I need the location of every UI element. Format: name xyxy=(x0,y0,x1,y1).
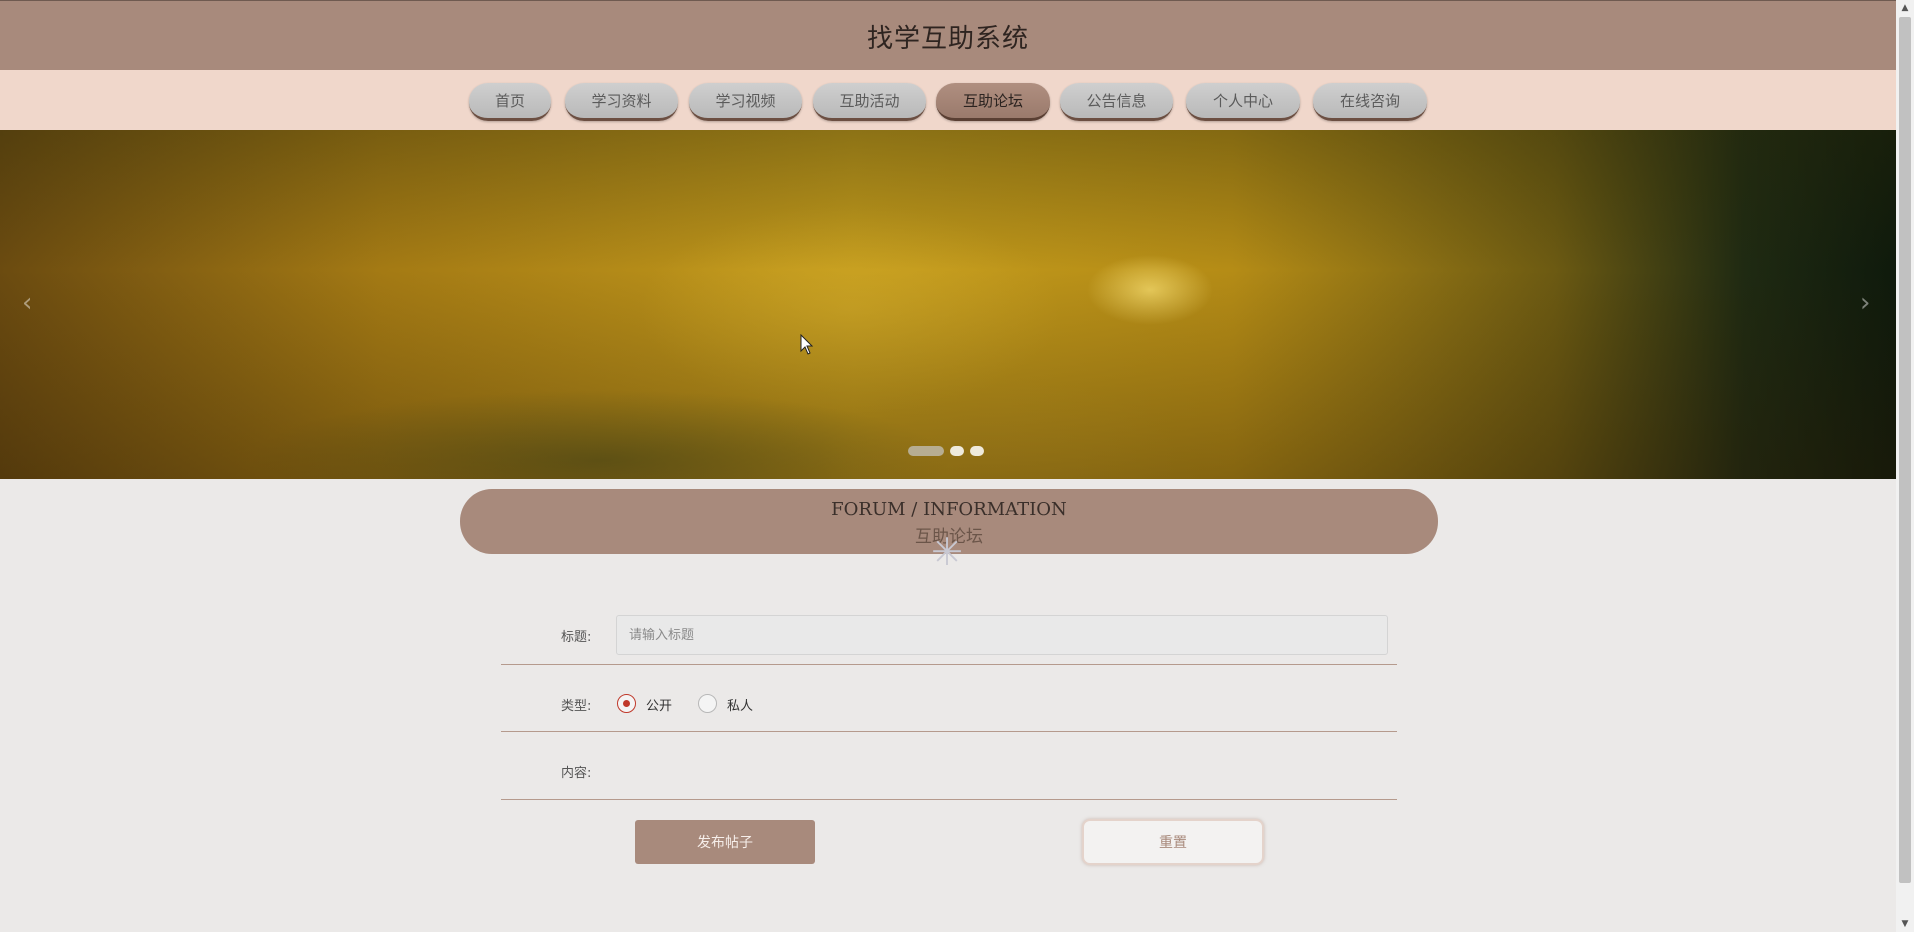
form-row-content: 内容: xyxy=(501,732,1397,800)
mouse-cursor-icon xyxy=(800,334,814,355)
radio-private-label[interactable]: 私人 xyxy=(727,695,753,714)
content-editor[interactable] xyxy=(616,742,1388,792)
scroll-up-icon[interactable]: ▲ xyxy=(1896,0,1914,16)
radio-private[interactable] xyxy=(698,694,717,713)
carousel-indicators xyxy=(908,446,984,456)
reset-button[interactable]: 重置 xyxy=(1082,819,1264,865)
scrollbar-thumb[interactable] xyxy=(1899,17,1911,883)
nav-item-forum[interactable]: 互助论坛 xyxy=(936,83,1050,121)
site-title: 找学互助系统 xyxy=(866,24,1029,54)
nav-item-online-consult[interactable]: 在线咨询 xyxy=(1313,83,1427,121)
vertical-scrollbar[interactable]: ▲ ▼ xyxy=(1896,0,1914,932)
title-input[interactable] xyxy=(616,615,1388,655)
carousel-dot-1[interactable] xyxy=(908,446,944,456)
nav-item-study-videos[interactable]: 学习视频 xyxy=(689,83,802,121)
chevron-left-icon[interactable]: ‹ xyxy=(22,288,32,318)
form-row-title: 标题: xyxy=(501,612,1397,665)
site-header: 找学互助系统 xyxy=(0,0,1896,70)
nav-item-personal-center[interactable]: 个人中心 xyxy=(1186,83,1300,121)
radio-public-label[interactable]: 公开 xyxy=(646,695,672,714)
section-title-en: FORUM / INFORMATION xyxy=(831,499,1067,520)
carousel-dot-3[interactable] xyxy=(970,446,984,456)
banner-carousel[interactable]: ‹ › xyxy=(0,130,1896,479)
page: 找学互助系统 首页 学习资料 学习视频 互助活动 互助论坛 公告信息 个人中心 … xyxy=(0,0,1896,932)
title-label: 标题: xyxy=(561,630,592,645)
nav-item-home[interactable]: 首页 xyxy=(469,83,551,121)
nav-item-announcements[interactable]: 公告信息 xyxy=(1060,83,1173,121)
publish-post-button[interactable]: 发布帖子 xyxy=(635,820,815,864)
chevron-right-icon[interactable]: › xyxy=(1860,288,1870,318)
nav-item-activities[interactable]: 互助活动 xyxy=(813,83,926,121)
type-label: 类型: xyxy=(561,699,592,714)
content-label: 内容: xyxy=(561,766,592,781)
radio-public[interactable] xyxy=(617,694,636,713)
loading-spinner-icon: ✳ xyxy=(931,530,963,574)
carousel-dot-2[interactable] xyxy=(950,446,964,456)
scroll-down-icon[interactable]: ▼ xyxy=(1896,916,1914,932)
form-row-type: 类型: 公开 私人 xyxy=(501,665,1397,732)
main-nav: 首页 学习资料 学习视频 互助活动 互助论坛 公告信息 个人中心 在线咨询 xyxy=(0,70,1896,130)
nav-item-study-materials[interactable]: 学习资料 xyxy=(565,83,678,121)
